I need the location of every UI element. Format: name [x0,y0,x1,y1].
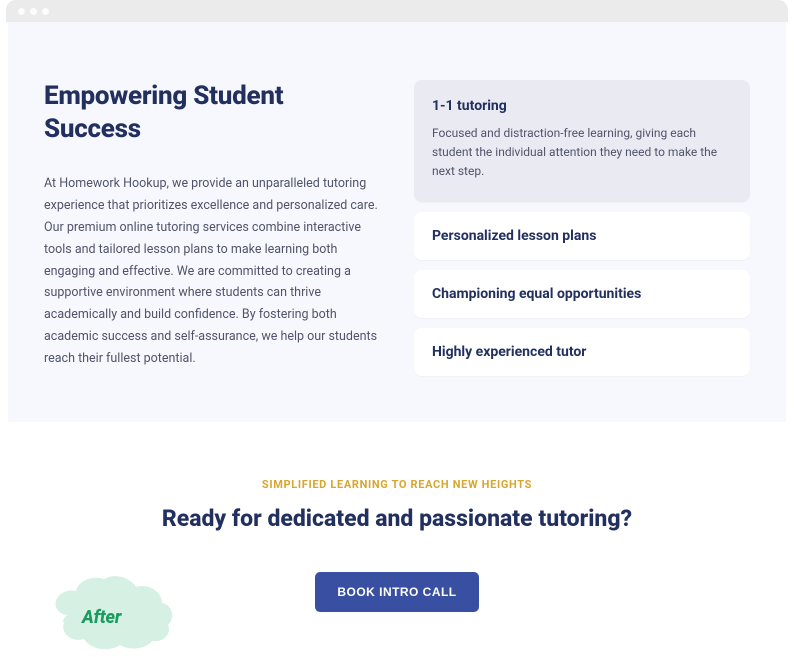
accordion: 1-1 tutoring Focused and distraction-fre… [414,80,750,376]
accordion-item-title: Championing equal opportunities [432,286,732,302]
after-badge: After [50,571,180,651]
hero-headline: Empowering Student Success [44,80,380,145]
window-dot [30,8,37,15]
accordion-item-experienced-tutor[interactable]: Highly experienced tutor [414,328,750,376]
accordion-item-lesson-plans[interactable]: Personalized lesson plans [414,212,750,260]
accordion-item-title: Highly experienced tutor [432,344,732,360]
window-dot [42,8,49,15]
hero-body: At Homework Hookup, we provide an unpara… [44,173,380,370]
cta-eyebrow: SIMPLIFIED LEARNING TO REACH NEW HEIGHTS [28,478,766,491]
after-badge-label: After [82,607,121,628]
book-intro-call-button[interactable]: BOOK INTRO CALL [315,572,478,612]
window-dot [18,8,25,15]
accordion-item-tutoring[interactable]: 1-1 tutoring Focused and distraction-fre… [414,80,750,202]
hero-text-column: Empowering Student Success At Homework H… [44,80,380,376]
accordion-item-title: 1-1 tutoring [432,98,732,114]
browser-titlebar [6,0,788,22]
accordion-item-equal-opportunities[interactable]: Championing equal opportunities [414,270,750,318]
hero-section: Empowering Student Success At Homework H… [8,22,786,422]
accordion-item-title: Personalized lesson plans [432,228,732,244]
browser-frame [6,0,788,22]
accordion-item-body: Focused and distraction-free learning, g… [432,124,732,182]
cta-heading: Ready for dedicated and passionate tutor… [28,505,766,532]
